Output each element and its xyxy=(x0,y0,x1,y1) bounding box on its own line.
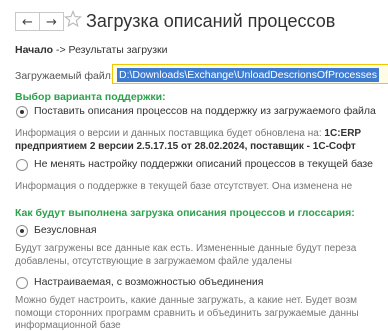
support-info-text: Информация о версии и данных поставщика … xyxy=(15,128,325,139)
configurable-info-line3: информационной базе xyxy=(15,320,121,331)
breadcrumb-current: Результаты загрузки xyxy=(68,44,168,56)
star-icon[interactable] xyxy=(64,10,82,33)
breadcrumb-separator: -> xyxy=(55,44,66,56)
option-unconditional-label[interactable]: Безусловная xyxy=(34,224,97,236)
file-field-label: Загружаемый файл: xyxy=(15,70,114,82)
option-configurable-label[interactable]: Настраиваемая, с возможностью объединени… xyxy=(34,276,264,288)
configurable-info-line2: помощи сторонних программ сравнить и объ… xyxy=(15,308,359,319)
option-keep-support-label[interactable]: Не менять настройку поддержки описаний п… xyxy=(34,158,373,170)
support-section-title: Выбор варианта поддержки: xyxy=(15,91,166,103)
keep-support-info: Информация о поддержке в текущей базе от… xyxy=(15,181,353,192)
unconditional-info-line2: добавлены, отсутствующие в загружаемом ф… xyxy=(15,256,292,267)
back-button[interactable]: ← xyxy=(15,12,40,31)
option-support-from-file-label[interactable]: Поставить описания процессов на поддержк… xyxy=(34,105,376,117)
radio-keep-support[interactable] xyxy=(16,159,28,171)
radio-unconditional[interactable] xyxy=(16,225,28,237)
support-info-version: предприятием 2 версии 2.5.17.15 от 28.02… xyxy=(15,141,356,152)
support-info-product: 1С:ERP xyxy=(324,128,362,139)
support-from-file-info: Информация о версии и данных поставщика … xyxy=(15,128,361,139)
load-section-title: Как будут выполнена загрузка описания пр… xyxy=(15,207,355,219)
radio-configurable[interactable] xyxy=(16,277,28,289)
breadcrumb: Начало -> Результаты загрузки xyxy=(15,44,167,56)
file-path-field[interactable]: D:\Downloads\Exchange\UnloadDescrionsOfP… xyxy=(112,64,388,84)
configurable-info-line1: Можно будет настроить, какие данные загр… xyxy=(15,295,358,306)
unconditional-info-line1: Будут загружены все данные как есть. Изм… xyxy=(15,243,357,254)
breadcrumb-start[interactable]: Начало xyxy=(15,44,53,56)
radio-support-from-file[interactable] xyxy=(16,106,28,118)
file-path-value: D:\Downloads\Exchange\UnloadDescrionsOfP… xyxy=(117,68,379,82)
page-title: Загрузка описаний процессов xyxy=(86,11,336,31)
forward-button[interactable]: → xyxy=(39,12,64,31)
